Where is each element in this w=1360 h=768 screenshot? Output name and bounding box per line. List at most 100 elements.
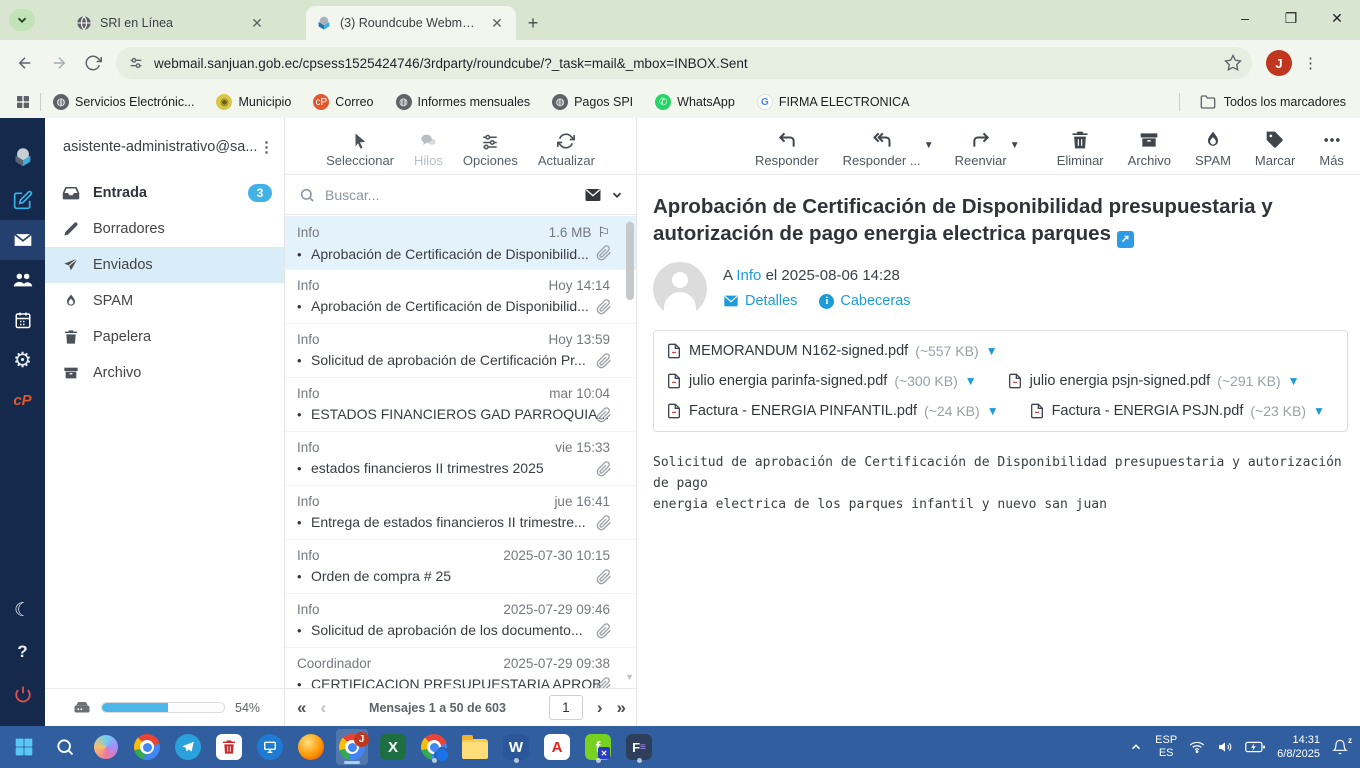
forward-button[interactable]: Reenviar ▼: [955, 130, 1007, 168]
message-row[interactable]: Infovie 15:33 •estados financieros II tr…: [285, 432, 636, 486]
bookmark-firma[interactable]: G FIRMA ELECTRONICA: [757, 94, 910, 110]
message-row[interactable]: Coordinador2025-07-29 09:38 •CERTIFICACI…: [285, 648, 636, 688]
excel-button[interactable]: X: [377, 729, 409, 765]
headers-link[interactable]: Cabeceras: [840, 293, 910, 309]
language-indicator[interactable]: ESP ES: [1155, 734, 1177, 760]
browser-tab-roundcube[interactable]: (3) Roundcube Webmail :: Envia ✕: [306, 6, 516, 40]
mark-button[interactable]: Marcar: [1255, 130, 1295, 168]
browser-tab-sri[interactable]: SRI en Línea ✕: [66, 6, 276, 40]
battery-icon[interactable]: [1245, 739, 1265, 755]
attachment-menu-icon[interactable]: ▼: [987, 404, 999, 418]
back-button[interactable]: [8, 46, 42, 80]
all-bookmarks-button[interactable]: Todos los marcadores: [1175, 93, 1346, 111]
recipient-link[interactable]: Info: [736, 267, 761, 284]
first-page-button[interactable]: «: [297, 698, 306, 718]
firefox-button[interactable]: [295, 729, 327, 765]
fe-app-button[interactable]: F≡: [623, 729, 655, 765]
bookmark-whatsapp[interactable]: ✆ WhatsApp: [655, 94, 735, 110]
chevron-down-icon[interactable]: ▼: [924, 140, 934, 151]
taskbar-search-button[interactable]: [49, 729, 81, 765]
folder-enviados[interactable]: Enviados: [45, 247, 284, 283]
message-row[interactable]: Info2025-07-30 10:15 •Orden de compra # …: [285, 540, 636, 594]
options-button[interactable]: Opciones: [463, 132, 518, 168]
bookmark-pagos[interactable]: ◍ Pagos SPI: [552, 94, 633, 110]
help-button[interactable]: ?: [0, 632, 45, 672]
reply-all-button[interactable]: Responder ... ▼: [843, 130, 921, 168]
attachment-item[interactable]: julio energia psjn-signed.pdf (~291 KB) …: [1007, 369, 1300, 393]
minimize-button[interactable]: –: [1222, 0, 1268, 36]
tab-close-icon[interactable]: ✕: [488, 14, 506, 32]
recycle-app-button[interactable]: [213, 729, 245, 765]
tab-search-button[interactable]: [9, 9, 35, 31]
acrobat-button[interactable]: A: [541, 729, 573, 765]
more-button[interactable]: Más: [1319, 130, 1344, 168]
next-page-button[interactable]: ›: [597, 698, 603, 718]
page-number-input[interactable]: [549, 695, 583, 720]
close-button[interactable]: ✕: [1314, 0, 1360, 36]
search-options-chevron-icon[interactable]: [610, 188, 624, 202]
select-button[interactable]: Seleccionar: [326, 132, 394, 168]
attachment-menu-icon[interactable]: ▼: [965, 374, 977, 388]
browser-menu-button[interactable]: ⋮: [1298, 50, 1324, 76]
message-row[interactable]: Info1.6 MB⚐ •Aprobación de Certificación…: [285, 216, 636, 270]
rail-mail-button[interactable]: [0, 220, 45, 260]
account-menu-icon[interactable]: ⋮: [259, 138, 274, 156]
chrome-active-button[interactable]: J: [336, 729, 368, 765]
attachment-item[interactable]: MEMORANDUM N162-signed.pdf (~557 KB) ▼: [666, 339, 998, 363]
notifications-button[interactable]: z: [1332, 739, 1348, 755]
tab-close-icon[interactable]: ✕: [248, 14, 266, 32]
search-scope-mail-icon[interactable]: [584, 186, 602, 204]
wifi-icon[interactable]: [1189, 739, 1205, 755]
chevron-down-icon[interactable]: ▼: [1010, 140, 1020, 151]
compose-button[interactable]: [0, 180, 45, 220]
open-in-new-window-icon[interactable]: ➚: [1117, 231, 1134, 248]
rail-contacts-button[interactable]: [0, 260, 45, 300]
new-tab-button[interactable]: +: [520, 10, 546, 36]
details-link[interactable]: Detalles: [745, 293, 797, 309]
prev-page-button[interactable]: ‹: [320, 698, 326, 718]
scroll-down-icon[interactable]: ▼: [625, 672, 634, 682]
folder-spam[interactable]: SPAM: [45, 283, 284, 319]
word-button[interactable]: W: [500, 729, 532, 765]
start-button[interactable]: [8, 729, 40, 765]
reply-button[interactable]: Responder: [755, 130, 819, 168]
threads-button[interactable]: Hilos: [414, 132, 443, 168]
archive-button[interactable]: Archivo: [1128, 130, 1171, 168]
volume-icon[interactable]: [1217, 739, 1233, 755]
folder-borradores[interactable]: Borradores: [45, 211, 284, 247]
profile-avatar[interactable]: J: [1266, 50, 1292, 76]
telegram-button[interactable]: [172, 729, 204, 765]
address-bar[interactable]: webmail.sanjuan.gob.ec/cpsess1525424746/…: [116, 47, 1252, 79]
search-input[interactable]: [323, 186, 576, 204]
attachment-menu-icon[interactable]: ▼: [1313, 404, 1325, 418]
message-row[interactable]: Info2025-07-29 09:46 •Solicitud de aprob…: [285, 594, 636, 648]
folder-entrada[interactable]: Entrada 3: [45, 175, 284, 211]
copilot-button[interactable]: [90, 729, 122, 765]
forward-button[interactable]: [42, 46, 76, 80]
message-row[interactable]: Infomar 10:04 •ESTADOS FINANCIEROS GAD P…: [285, 378, 636, 432]
maximize-button[interactable]: ❐: [1268, 0, 1314, 36]
apps-grid-icon[interactable]: [10, 85, 36, 119]
message-row[interactable]: InfoHoy 14:14 •Aprobación de Certificaci…: [285, 270, 636, 324]
attachment-menu-icon[interactable]: ▼: [1288, 374, 1300, 388]
spam-button[interactable]: SPAM: [1195, 130, 1231, 168]
reload-button[interactable]: [76, 46, 110, 80]
remote-desktop-button[interactable]: [254, 729, 286, 765]
refresh-button[interactable]: Actualizar: [538, 132, 595, 168]
google-app-button[interactable]: [418, 729, 450, 765]
message-row[interactable]: Infojue 16:41 •Entrega de estados financ…: [285, 486, 636, 540]
flag-icon[interactable]: ⚐: [597, 224, 610, 241]
attachment-item[interactable]: Factura - ENERGIA PSJN.pdf (~23 KB) ▼: [1029, 399, 1325, 423]
folder-archivo[interactable]: Archivo: [45, 355, 284, 391]
folder-papelera[interactable]: Papelera: [45, 319, 284, 355]
file-explorer-button[interactable]: [459, 729, 491, 765]
logout-button[interactable]: [0, 674, 45, 714]
dark-mode-button[interactable]: ☾: [0, 590, 45, 630]
bookmark-servicios[interactable]: ◍ Servicios Electrónic...: [53, 94, 194, 110]
last-page-button[interactable]: »: [617, 698, 626, 718]
tray-chevron-up-icon[interactable]: [1129, 740, 1143, 754]
fenix-app-button[interactable]: f✕: [582, 729, 614, 765]
bookmark-municipio[interactable]: ◉ Municipio: [216, 94, 291, 110]
bookmark-star-icon[interactable]: [1224, 54, 1242, 72]
attachment-menu-icon[interactable]: ▼: [986, 344, 998, 358]
